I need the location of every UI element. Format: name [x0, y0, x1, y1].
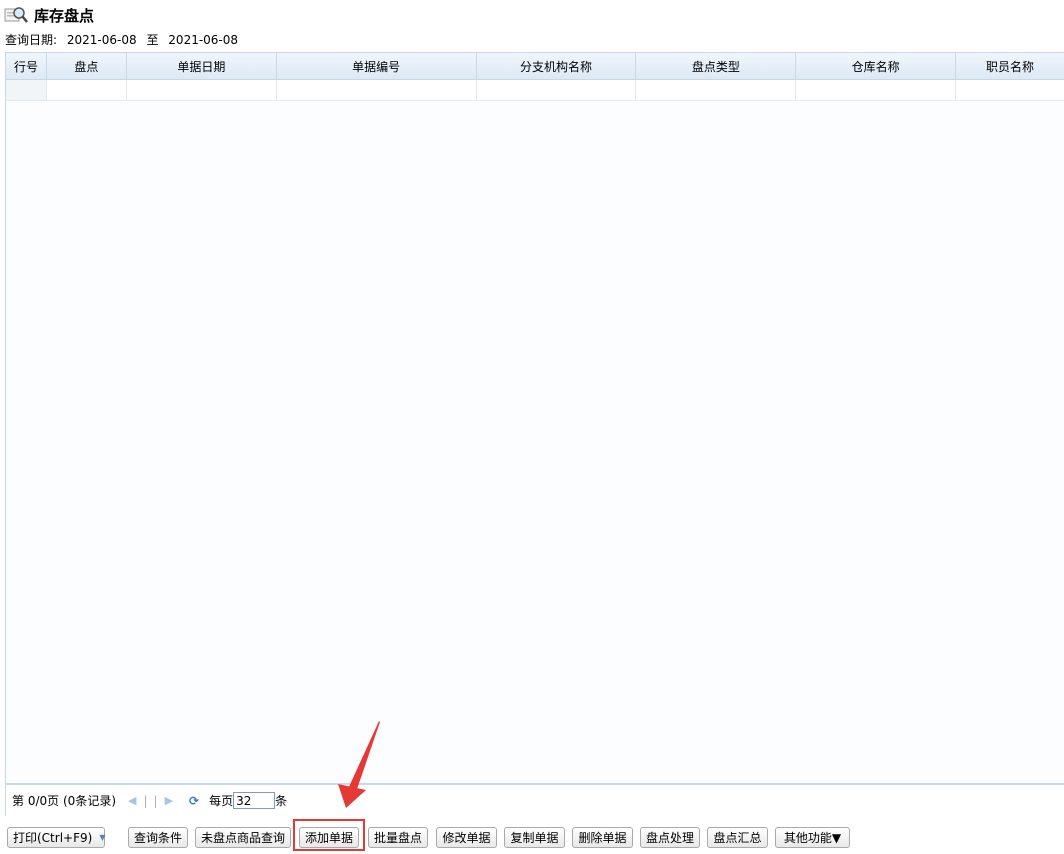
- page-label: 第: [12, 794, 25, 808]
- page-title: 库存盘点: [34, 6, 95, 25]
- query-date-label: 查询日期:: [5, 33, 58, 47]
- query-date-to: 至: [146, 33, 159, 47]
- delete-document-button[interactable]: 删除单据: [572, 827, 633, 848]
- page-unit: 页: [47, 794, 60, 808]
- first-page-icon[interactable]: ◀: [128, 794, 136, 807]
- pagination-bar: 第 0/0 页 (0条记录) ◀ | | ▶ ⟳ 每页 条: [5, 784, 1064, 816]
- table-cell: [127, 80, 277, 100]
- edit-document-button[interactable]: 修改单据: [436, 827, 497, 848]
- table-row[interactable]: [6, 80, 1064, 101]
- table-cell: [277, 80, 477, 100]
- table-cell: [47, 80, 127, 100]
- column-header-employee-name[interactable]: 职员名称: [956, 53, 1064, 79]
- column-header-check[interactable]: 盘点: [47, 53, 127, 79]
- copy-document-button[interactable]: 复制单据: [504, 827, 565, 848]
- pager-divider: |: [153, 793, 158, 808]
- check-summary-button[interactable]: 盘点汇总: [707, 827, 768, 848]
- row-number-cell: [6, 80, 47, 100]
- column-header-branch-name[interactable]: 分支机构名称: [477, 53, 637, 79]
- dropdown-arrow-icon: ▼: [99, 833, 106, 842]
- pager-divider: |: [143, 793, 148, 808]
- next-page-icon[interactable]: ▶: [165, 794, 173, 807]
- per-page-input[interactable]: [233, 792, 276, 809]
- table-cell: [477, 80, 637, 100]
- table-cell: [636, 80, 797, 100]
- batch-check-button[interactable]: 批量盘点: [368, 827, 428, 848]
- highlight-box: [293, 819, 365, 851]
- refresh-icon[interactable]: ⟳: [189, 794, 199, 808]
- grid-header: 行号 盘点 单据日期 单据编号 分支机构名称 盘点类型 仓库名称 职员名称: [6, 53, 1064, 80]
- print-button[interactable]: 打印(Ctrl+F9) ▼: [7, 827, 105, 848]
- column-header-document-date[interactable]: 单据日期: [127, 53, 277, 79]
- query-date-end: 2021-06-08: [168, 33, 239, 47]
- query-conditions-button[interactable]: 查询条件: [128, 827, 188, 848]
- page-header: 库存盘点: [4, 3, 94, 27]
- per-page-label: 每页: [209, 794, 234, 808]
- check-process-button[interactable]: 盘点处理: [640, 827, 700, 848]
- record-count: (0条记录): [63, 794, 116, 808]
- other-functions-button[interactable]: 其他功能▼: [775, 827, 850, 848]
- column-header-document-number[interactable]: 单据编号: [277, 53, 477, 79]
- query-date-line: 查询日期: 2021-06-08 至 2021-06-08: [5, 31, 244, 48]
- inventory-search-icon: [4, 4, 28, 26]
- table-cell: [796, 80, 957, 100]
- query-date-start: 2021-06-08: [66, 33, 137, 47]
- per-page-unit: 条: [275, 794, 288, 808]
- column-header-row-number[interactable]: 行号: [6, 53, 47, 79]
- column-header-warehouse-name[interactable]: 仓库名称: [796, 53, 957, 79]
- column-header-check-type[interactable]: 盘点类型: [636, 53, 797, 79]
- print-button-label: 打印(Ctrl+F9): [13, 831, 93, 845]
- unchecked-goods-query-button[interactable]: 未盘点商品查询: [195, 827, 291, 848]
- page-value: 0/0: [27, 793, 48, 808]
- inventory-grid: 行号 盘点 单据日期 单据编号 分支机构名称 盘点类型 仓库名称 职员名称: [5, 52, 1064, 784]
- table-cell: [956, 80, 1064, 100]
